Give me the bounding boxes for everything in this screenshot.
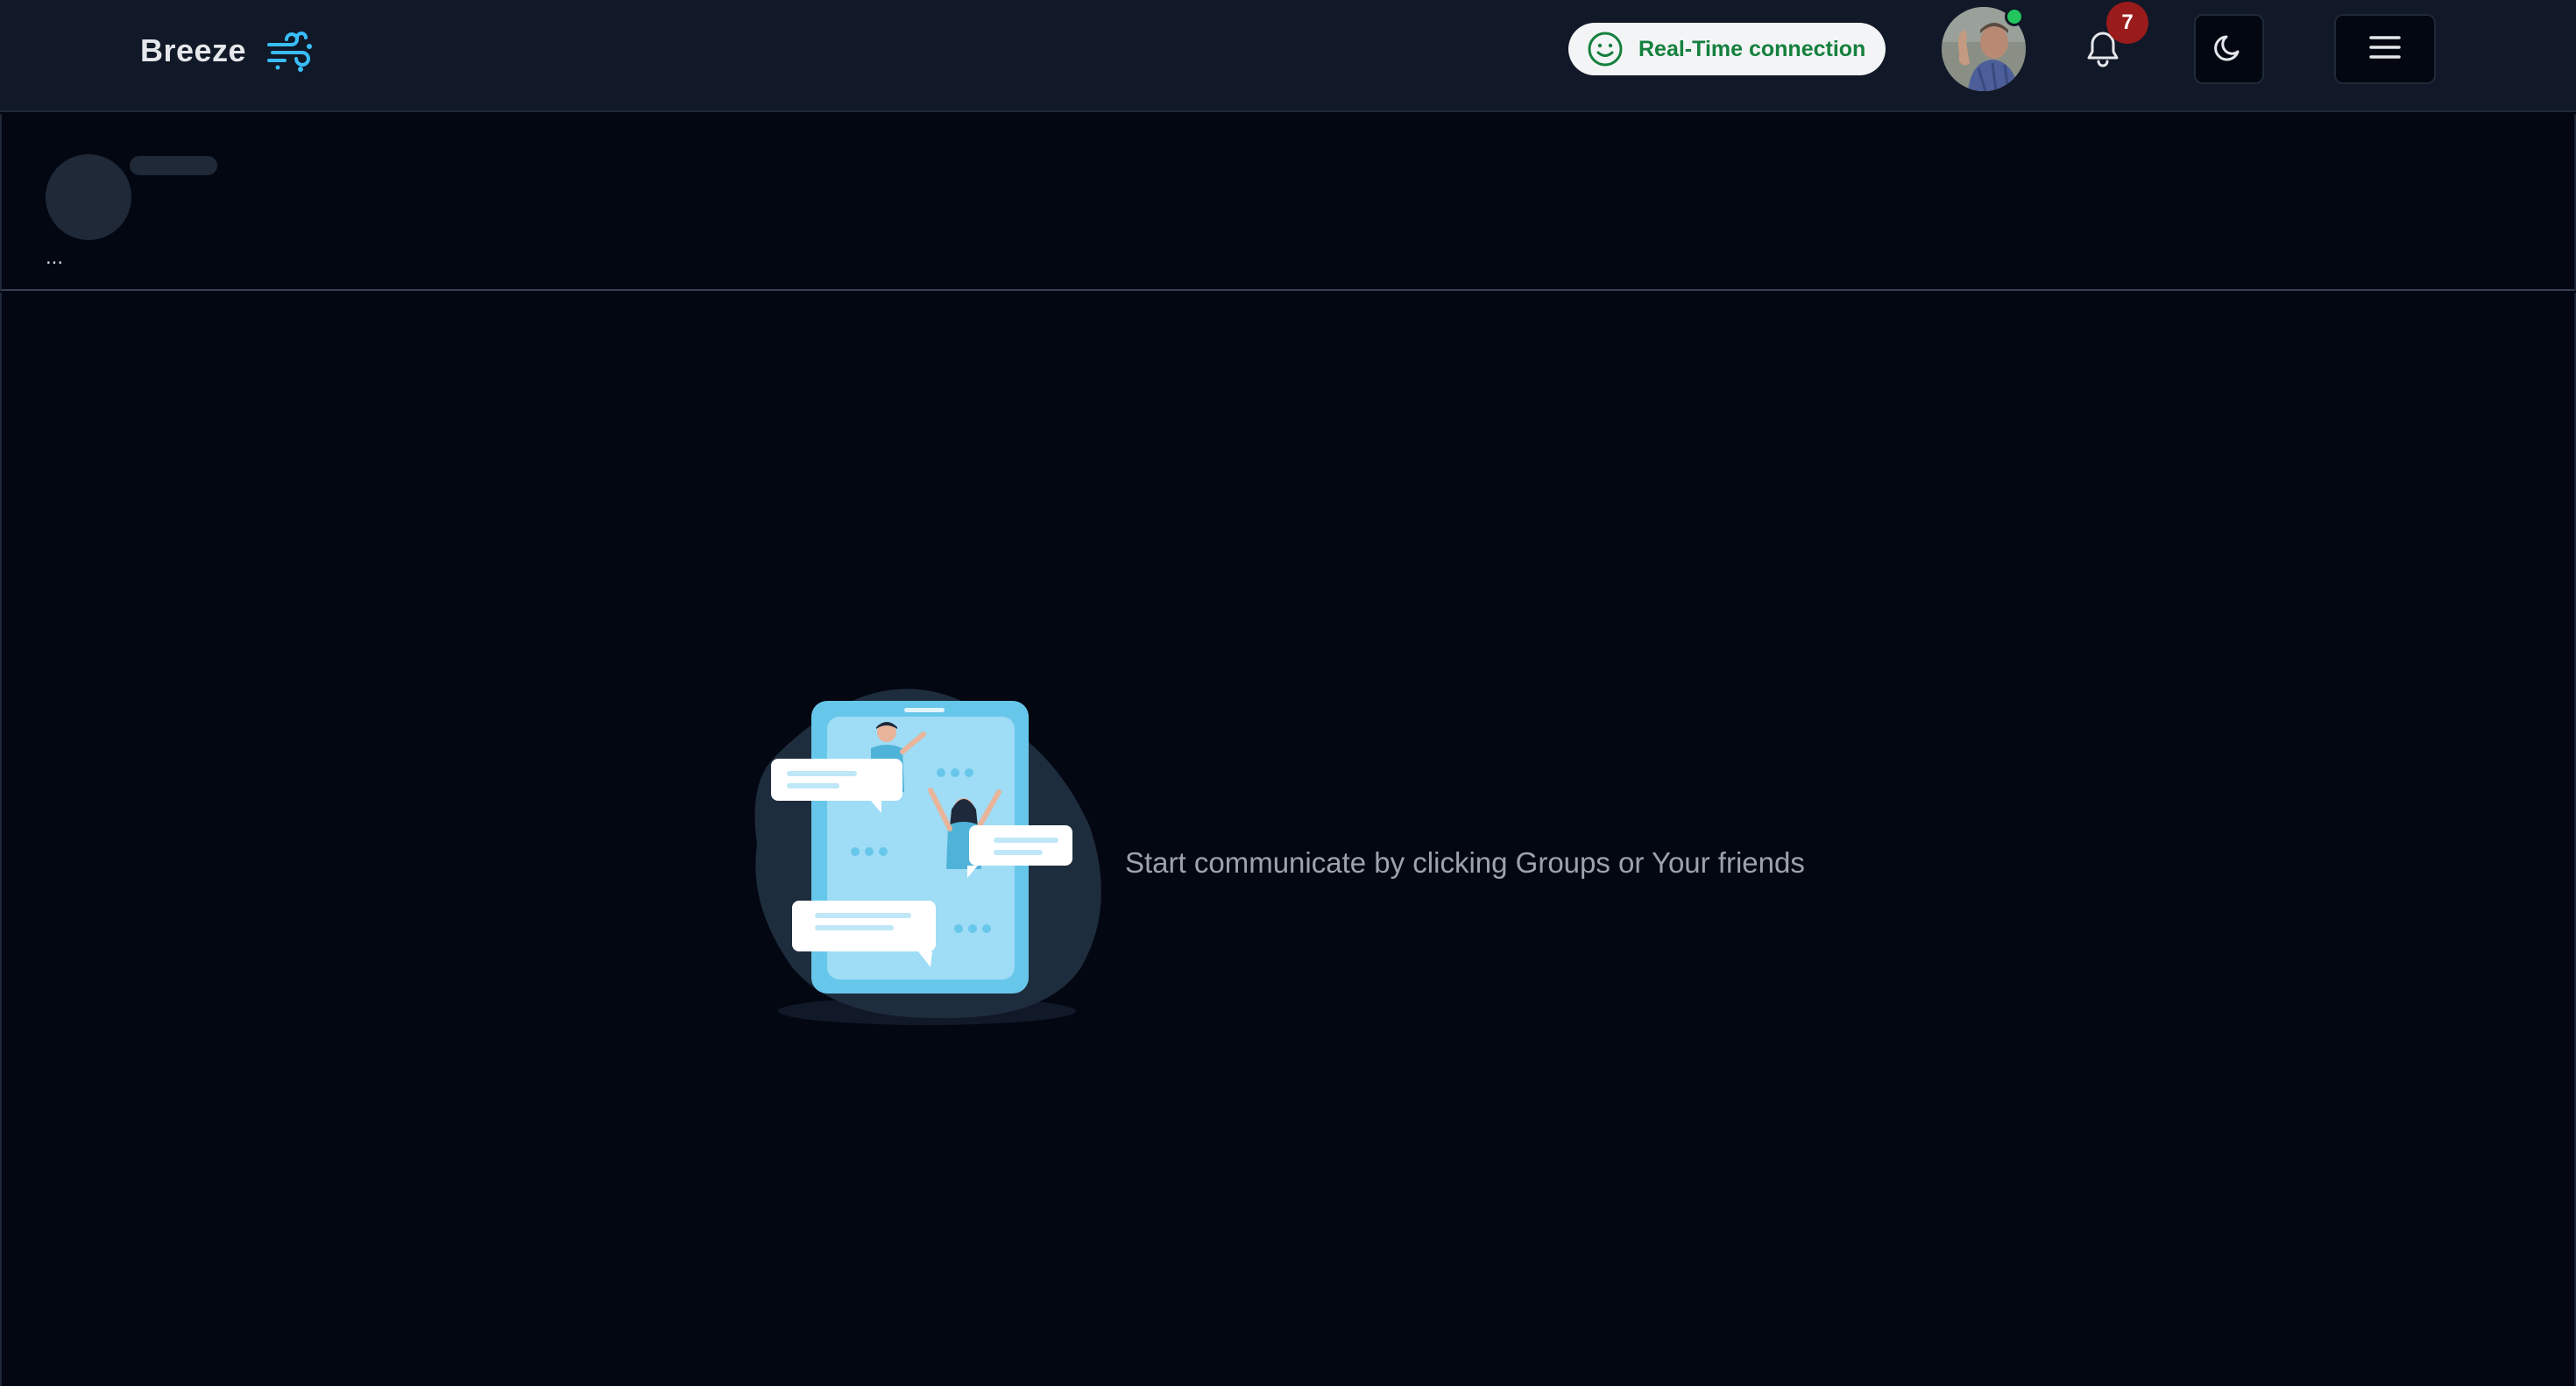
brand[interactable]: Breeze [140, 25, 316, 77]
chat-main-area: Start communicate by clicking Groups or … [0, 293, 2576, 1386]
theme-toggle-button[interactable] [2194, 14, 2264, 84]
brand-name: Breeze [140, 32, 247, 68]
chat-illustration [740, 678, 1108, 1029]
avatar-skeleton [46, 154, 131, 240]
connection-status-label: Real-Time connection [1638, 36, 1866, 61]
wind-icon [265, 25, 316, 76]
loading-ellipsis: ... [46, 245, 64, 269]
name-skeleton [130, 156, 217, 175]
smile-icon [1586, 30, 1624, 68]
empty-state-message: Start communicate by clicking Groups or … [1125, 846, 1805, 879]
chat-header: ... [0, 114, 2576, 291]
menu-button[interactable] [2334, 14, 2436, 84]
hamburger-menu-icon [2366, 28, 2404, 71]
realtime-connection-badge: Real-Time connection [1568, 23, 1886, 75]
top-navbar: Breeze Real-Time connection 7 [0, 0, 2576, 112]
moon-icon [2212, 30, 2247, 69]
notification-count-badge: 7 [2106, 2, 2148, 44]
online-status-dot [2005, 7, 2024, 26]
